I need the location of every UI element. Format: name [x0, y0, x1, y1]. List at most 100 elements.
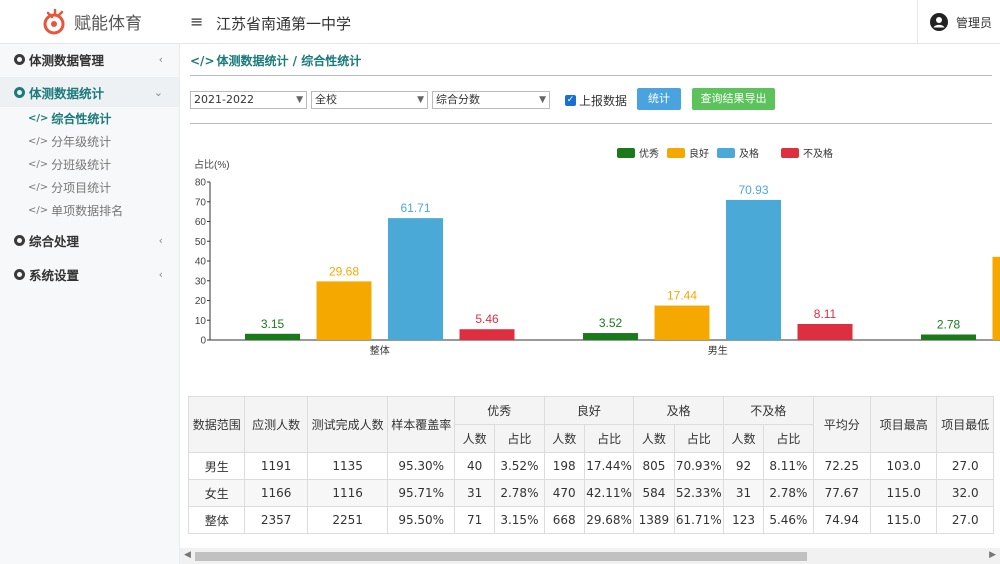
bar-优秀 — [921, 334, 976, 340]
nav-group-data-management[interactable]: 体测数据管理 ‹ — [0, 44, 179, 74]
subheader-count: 人数 — [722, 424, 765, 453]
nav-group-statistics[interactable]: 体测数据统计 ⌄ — [0, 77, 179, 107]
checkbox-checked-icon[interactable]: ✓ — [565, 95, 576, 106]
scope-select[interactable]: 全校 ▼ — [311, 91, 428, 109]
table-row: 女生 1166 1116 95.71% 31 2.78% 470 42.11% 584 52.33… — [187, 479, 994, 507]
nav-item-ranking[interactable]: </> 单项数据排名 — [0, 199, 179, 222]
chevron-down-icon: ▼ — [539, 95, 546, 105]
table-cell: 74.94 — [812, 506, 871, 534]
year-select-value: 2021-2022 — [194, 93, 254, 106]
chevron-left-icon: ‹ — [158, 52, 163, 66]
code-icon: </> — [28, 159, 49, 170]
table-cell: 17.44% — [583, 452, 635, 480]
bar-及格 — [726, 199, 781, 340]
scroll-right-arrow-icon[interactable]: ▶ — [989, 550, 996, 560]
nav-item-by-grade[interactable]: </> 分年级统计 — [0, 130, 179, 153]
report-data-checkbox[interactable]: ✓ 上报数据 — [565, 92, 627, 109]
metric-select[interactable]: 综合分数 ▼ — [432, 91, 550, 109]
chevron-down-icon: ⌄ — [153, 85, 163, 99]
bar-不及格 — [459, 329, 515, 340]
table-row: 男生 1191 1135 95.30% 40 3.52% 198 17.44% 805 70.93… — [187, 452, 994, 480]
table-cell: 2.78% — [763, 479, 814, 507]
table-cell: 2.78% — [494, 479, 545, 507]
y-tick-label: 20 — [195, 296, 207, 307]
nav-group-settings[interactable]: 系统设置 ‹ — [0, 259, 179, 289]
subheader-count: 人数 — [633, 424, 675, 453]
table-cell: 77.67 — [812, 479, 871, 507]
table-cell: 61.71% — [673, 506, 724, 534]
chevron-down-icon: ▼ — [296, 95, 303, 105]
export-results-button[interactable]: 查询结果导出 — [692, 88, 775, 110]
nav-item-by-item[interactable]: </> 分项目统计 — [0, 176, 179, 199]
x-category-label: 整体 — [370, 344, 390, 357]
legend-swatch — [667, 148, 685, 158]
report-data-label: 上报数据 — [579, 94, 628, 108]
table-cell: 470 — [543, 479, 585, 507]
menu-toggle-icon[interactable]: ≡ — [190, 12, 203, 31]
table-cell: 3.52% — [494, 452, 545, 480]
legend-label: 及格 — [739, 147, 759, 160]
percentage-bar-chart: 占比(%) 0 10 20 30 40 50 60 70 80 3.15 29.68 61.71 5.46… — [194, 147, 1000, 357]
app-logo[interactable]: 赋能体育 — [40, 6, 142, 36]
legend-label: 良好 — [689, 147, 709, 160]
nav-group-label: 综合处理 — [29, 233, 80, 249]
table-cell: 3.15% — [494, 506, 545, 534]
bar-不及格 — [797, 323, 853, 340]
table-cell: 29.68% — [583, 506, 635, 534]
table-cell: 115.0 — [869, 479, 938, 507]
user-avatar-icon — [930, 13, 948, 31]
logo-icon — [43, 8, 65, 35]
legend-swatch — [617, 148, 635, 158]
sidebar: 体测数据管理 ‹ 体测数据统计 ⌄ </> 综合性统计 </> 分年级统计 </… — [0, 44, 180, 564]
nav-group-processing[interactable]: 综合处理 ‹ — [0, 225, 179, 255]
horizontal-scrollbar[interactable]: ◀ ▶ — [180, 548, 1000, 564]
subheader-ratio: 占比 — [673, 424, 724, 453]
y-tick-label: 50 — [195, 237, 207, 248]
nav-item-by-class[interactable]: </> 分班级统计 — [0, 153, 179, 176]
table-cell: 男生 — [187, 452, 246, 480]
table-cell: 40 — [453, 452, 496, 480]
table-cell: 2251 — [306, 506, 389, 534]
legend-swatch — [781, 148, 799, 158]
breadcrumb-text: 体测数据统计 / 综合性统计 — [216, 54, 362, 68]
header-max: 项目最高 — [869, 396, 938, 453]
header-fail: 不及格 — [722, 396, 814, 425]
table-cell: 584 — [633, 479, 675, 507]
x-category-label: 男生 — [708, 344, 728, 357]
table-cell: 115.0 — [869, 506, 938, 534]
table-cell: 27.0 — [936, 452, 994, 480]
subheader-ratio: 占比 — [583, 424, 635, 453]
bar-优秀 — [583, 333, 638, 340]
legend-label: 优秀 — [639, 147, 659, 160]
table-cell: 1135 — [306, 452, 389, 480]
header-range: 数据范围 — [187, 396, 246, 453]
user-menu[interactable]: 管理员 — [917, 0, 1000, 44]
y-tick-label: 0 — [200, 336, 206, 347]
scrollbar-thumb[interactable] — [195, 552, 807, 561]
table-cell: 整体 — [187, 506, 246, 534]
table-cell: 27.0 — [936, 506, 994, 534]
chevron-left-icon: ‹ — [158, 267, 163, 281]
table-cell: 70.93% — [673, 452, 724, 480]
table-cell: 8.11% — [763, 452, 814, 480]
table-cell: 103.0 — [869, 452, 938, 480]
nav-item-label: 单项数据排名 — [51, 204, 124, 218]
scroll-left-arrow-icon[interactable]: ◀ — [184, 550, 191, 560]
code-icon: </> — [190, 54, 215, 68]
year-select[interactable]: 2021-2022 ▼ — [190, 91, 307, 109]
y-tick-label: 60 — [195, 217, 207, 228]
nav-item-comprehensive[interactable]: </> 综合性统计 — [0, 107, 179, 130]
bar-良好 — [316, 281, 372, 340]
bar-value-label: 17.44 — [667, 289, 697, 303]
table-cell: 42.11% — [583, 479, 635, 507]
table-cell: 95.71% — [387, 479, 455, 507]
divider — [190, 123, 992, 124]
table-cell: 92 — [722, 452, 765, 480]
bar-及格 — [388, 218, 443, 340]
y-axis-label: 占比(%) — [194, 158, 230, 171]
table-cell: 198 — [543, 452, 585, 480]
user-name: 管理员 — [956, 15, 993, 30]
statistics-button[interactable]: 统计 — [637, 88, 681, 110]
table-cell: 32.0 — [936, 479, 994, 507]
table-cell: 2357 — [244, 506, 308, 534]
